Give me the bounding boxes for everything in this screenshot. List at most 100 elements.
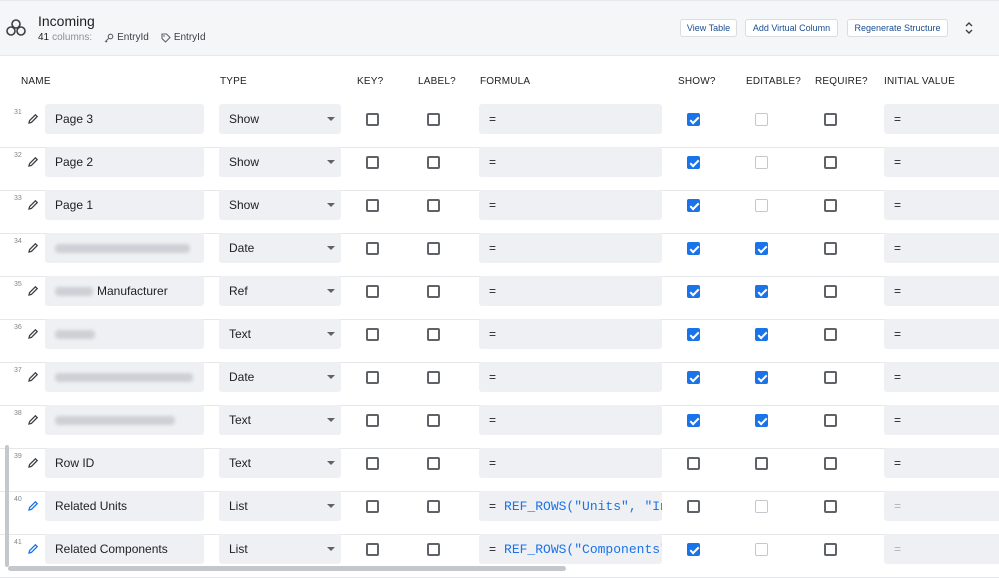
formula-field[interactable]: = bbox=[479, 362, 662, 392]
view-table-button[interactable]: View Table bbox=[680, 19, 737, 37]
label-checkbox[interactable] bbox=[427, 199, 440, 212]
column-type-select[interactable]: Show bbox=[219, 147, 341, 177]
horizontal-scrollbar[interactable] bbox=[8, 566, 566, 571]
pencil-icon[interactable] bbox=[27, 199, 39, 211]
show-checkbox[interactable] bbox=[687, 414, 700, 427]
show-checkbox[interactable] bbox=[687, 156, 700, 169]
label-checkbox[interactable] bbox=[427, 543, 440, 556]
pencil-icon[interactable] bbox=[27, 414, 39, 426]
require-checkbox[interactable] bbox=[824, 113, 837, 126]
initial-value-field[interactable]: = bbox=[884, 534, 999, 564]
key-checkbox[interactable] bbox=[366, 242, 379, 255]
initial-value-field[interactable]: = bbox=[884, 405, 999, 435]
label-checkbox[interactable] bbox=[427, 457, 440, 470]
formula-field[interactable]: = bbox=[479, 405, 662, 435]
formula-field[interactable]: = bbox=[479, 276, 662, 306]
label-checkbox[interactable] bbox=[427, 414, 440, 427]
column-name-field[interactable]: Manufacturer bbox=[45, 276, 204, 306]
column-name-field[interactable] bbox=[45, 362, 204, 392]
require-checkbox[interactable] bbox=[824, 242, 837, 255]
show-checkbox[interactable] bbox=[687, 285, 700, 298]
pencil-icon[interactable] bbox=[27, 285, 39, 297]
show-checkbox[interactable] bbox=[687, 242, 700, 255]
column-type-select[interactable]: Text bbox=[219, 319, 341, 349]
column-name-field[interactable] bbox=[45, 405, 204, 435]
pencil-icon[interactable] bbox=[27, 543, 39, 555]
column-name-field[interactable]: Page 2 bbox=[45, 147, 204, 177]
regenerate-structure-button[interactable]: Regenerate Structure bbox=[847, 19, 948, 37]
require-checkbox[interactable] bbox=[824, 457, 837, 470]
column-type-select[interactable]: Date bbox=[219, 362, 341, 392]
formula-field[interactable]: = bbox=[479, 233, 662, 263]
key-checkbox[interactable] bbox=[366, 371, 379, 384]
key-checkbox[interactable] bbox=[366, 328, 379, 341]
editable-checkbox[interactable] bbox=[755, 371, 768, 384]
show-checkbox[interactable] bbox=[687, 543, 700, 556]
formula-field[interactable]: = REF_ROWS("Components" bbox=[479, 534, 662, 564]
column-name-field[interactable] bbox=[45, 233, 204, 263]
add-virtual-column-button[interactable]: Add Virtual Column bbox=[745, 19, 838, 37]
column-type-select[interactable]: Show bbox=[219, 104, 341, 134]
label-checkbox[interactable] bbox=[427, 242, 440, 255]
require-checkbox[interactable] bbox=[824, 371, 837, 384]
editable-checkbox[interactable] bbox=[755, 328, 768, 341]
column-type-select[interactable]: List bbox=[219, 491, 341, 521]
formula-field[interactable]: = bbox=[479, 104, 662, 134]
initial-value-field[interactable]: = bbox=[884, 233, 999, 263]
formula-field[interactable]: = REF_ROWS("Units", "In bbox=[479, 491, 662, 521]
column-type-select[interactable]: Ref bbox=[219, 276, 341, 306]
column-name-field[interactable]: Page 3 bbox=[45, 104, 204, 134]
key-checkbox[interactable] bbox=[366, 500, 379, 513]
pencil-icon[interactable] bbox=[27, 500, 39, 512]
label-checkbox[interactable] bbox=[427, 371, 440, 384]
show-checkbox[interactable] bbox=[687, 328, 700, 341]
show-checkbox[interactable] bbox=[687, 199, 700, 212]
label-checkbox[interactable] bbox=[427, 500, 440, 513]
require-checkbox[interactable] bbox=[824, 500, 837, 513]
show-checkbox[interactable] bbox=[687, 371, 700, 384]
key-checkbox[interactable] bbox=[366, 543, 379, 556]
editable-checkbox[interactable] bbox=[755, 414, 768, 427]
show-checkbox[interactable] bbox=[687, 457, 700, 470]
label-checkbox[interactable] bbox=[427, 156, 440, 169]
key-checkbox[interactable] bbox=[366, 199, 379, 212]
initial-value-field[interactable]: = bbox=[884, 362, 999, 392]
vertical-scrollbar[interactable] bbox=[5, 445, 9, 567]
label-checkbox[interactable] bbox=[427, 285, 440, 298]
editable-checkbox[interactable] bbox=[755, 457, 768, 470]
formula-field[interactable]: = bbox=[479, 190, 662, 220]
require-checkbox[interactable] bbox=[824, 414, 837, 427]
initial-value-field[interactable]: = bbox=[884, 147, 999, 177]
key-checkbox[interactable] bbox=[366, 113, 379, 126]
initial-value-field[interactable]: = bbox=[884, 448, 999, 478]
require-checkbox[interactable] bbox=[824, 328, 837, 341]
require-checkbox[interactable] bbox=[824, 285, 837, 298]
editable-checkbox[interactable] bbox=[755, 285, 768, 298]
column-name-field[interactable]: Related Components bbox=[45, 534, 204, 564]
show-checkbox[interactable] bbox=[687, 500, 700, 513]
initial-value-field[interactable]: = bbox=[884, 276, 999, 306]
require-checkbox[interactable] bbox=[824, 543, 837, 556]
key-checkbox[interactable] bbox=[366, 414, 379, 427]
formula-field[interactable]: = bbox=[479, 448, 662, 478]
pencil-icon[interactable] bbox=[27, 457, 39, 469]
initial-value-field[interactable]: = bbox=[884, 190, 999, 220]
editable-checkbox[interactable] bbox=[755, 242, 768, 255]
label-checkbox[interactable] bbox=[427, 113, 440, 126]
column-name-field[interactable] bbox=[45, 319, 204, 349]
column-name-field[interactable]: Page 1 bbox=[45, 190, 204, 220]
key-checkbox[interactable] bbox=[366, 156, 379, 169]
initial-value-field[interactable]: = bbox=[884, 104, 999, 134]
initial-value-field[interactable]: = bbox=[884, 491, 999, 521]
require-checkbox[interactable] bbox=[824, 199, 837, 212]
key-checkbox[interactable] bbox=[366, 457, 379, 470]
pencil-icon[interactable] bbox=[27, 113, 39, 125]
initial-value-field[interactable]: = bbox=[884, 319, 999, 349]
require-checkbox[interactable] bbox=[824, 156, 837, 169]
key-checkbox[interactable] bbox=[366, 285, 379, 298]
column-type-select[interactable]: Show bbox=[219, 190, 341, 220]
column-name-field[interactable]: Related Units bbox=[45, 491, 204, 521]
column-type-select[interactable]: Date bbox=[219, 233, 341, 263]
column-name-field[interactable]: Row ID bbox=[45, 448, 204, 478]
column-type-select[interactable]: Text bbox=[219, 405, 341, 435]
